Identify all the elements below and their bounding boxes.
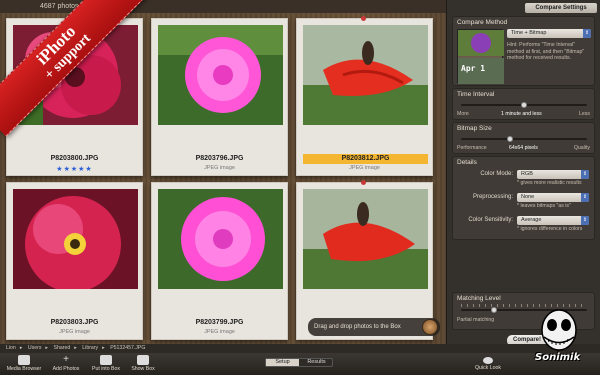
compare-method-section: Compare Method Apr 1 Time + Bitmap ⇕ Hin… <box>452 16 595 86</box>
time-interval-less-label: Less <box>579 111 590 117</box>
compare-method-title: Compare Method <box>457 19 508 26</box>
show-box-button[interactable]: Show Box <box>128 355 158 372</box>
popup-arrows-icon: ⇕ <box>583 29 591 38</box>
photo-card-selected[interactable]: P8203812.JPG JPEG image <box>296 16 433 176</box>
time-interval-title: Time Interval <box>457 91 495 98</box>
color-sensitivity-popup[interactable]: Average ⇕ <box>517 216 589 225</box>
photo-thumbnail[interactable] <box>158 189 283 289</box>
path-item-file[interactable]: P5132457.JPG <box>110 345 145 351</box>
color-sensitivity-value: Average <box>521 217 542 223</box>
media-browser-button[interactable]: Media Browser <box>4 355 44 372</box>
tab-compare-settings[interactable]: Compare Settings <box>525 3 597 13</box>
compare-method-popup[interactable]: Time + Bitmap ⇕ <box>507 29 591 38</box>
photo-card[interactable]: P8203799.JPG JPEG image <box>151 182 288 340</box>
file-name: P8203799.JPG <box>195 319 244 326</box>
file-name: P8203803.JPG <box>50 319 99 326</box>
popup-arrows-icon: ⇕ <box>581 170 589 179</box>
eye-icon <box>483 357 493 364</box>
compare-method-hint: Hint: Performs "Time Interval" method at… <box>507 42 585 61</box>
settings-panel: Compare Settings Compare Method Apr 1 Ti… <box>446 0 600 344</box>
photo-thumbnail[interactable] <box>13 189 138 289</box>
time-interval-more-label: More <box>457 111 469 117</box>
time-interval-value: 1 minute and less <box>501 111 542 117</box>
file-type: JPEG image <box>59 329 90 335</box>
add-photos-icon: + <box>63 354 69 365</box>
box-icon[interactable] <box>422 319 438 335</box>
drag-hint-text: Drag and drop photos to the Box <box>314 324 401 330</box>
bitmap-size-track[interactable] <box>461 138 587 140</box>
file-type: JPEG image <box>349 165 380 171</box>
matching-level-title: Matching Level <box>457 295 501 302</box>
preprocessing-popup[interactable]: None ⇕ <box>517 193 589 202</box>
photo-card[interactable]: P8203803.JPG JPEG image <box>6 182 143 340</box>
put-into-box-label: Put into Box <box>92 366 120 372</box>
preprocessing-value: None <box>521 194 535 200</box>
color-mode-value: RGB <box>521 171 533 177</box>
app-window: 4687 photos P8203800.JPG ★★★★★ P8203796.… <box>0 0 600 375</box>
jack-skull-logo <box>541 309 577 351</box>
path-item-users[interactable]: Users <box>28 345 42 351</box>
thumbnail-date: Apr 1 <box>461 64 486 73</box>
details-title: Details <box>457 159 477 166</box>
quick-look-label: Quick Look <box>475 365 501 371</box>
color-sensitivity-hint: * ignores difference in colors <box>517 226 583 232</box>
color-mode-hint: * gives more realistic results <box>517 180 582 186</box>
setup-results-switch: Setup Results <box>265 358 333 367</box>
file-name: P8203800.JPG <box>50 155 99 162</box>
time-interval-slider[interactable] <box>521 102 527 108</box>
add-photos-label: Add Photos <box>52 366 80 372</box>
popup-arrows-icon: ⇕ <box>581 216 589 225</box>
popup-arrows-icon: ⇕ <box>581 193 589 202</box>
bitmap-size-value: 64x64 pixels <box>509 145 538 151</box>
bitmap-size-section: Bitmap Size Performance 64x64 pixels Qua… <box>452 122 595 154</box>
compare-method-value: Time + Bitmap <box>511 30 547 36</box>
drag-drop-hint: Drag and drop photos to the Box <box>308 318 440 336</box>
bitmap-performance-label: Performance <box>457 145 487 151</box>
path-bar: Lion ▸ Users ▸ Shared ▸ Library ▸ P5132457.J… <box>0 344 600 353</box>
preprocessing-label: Preprocessing: <box>472 194 513 200</box>
put-into-box-button[interactable]: Put into Box <box>86 355 126 372</box>
file-type: JPEG image <box>204 165 235 171</box>
path-item-lion[interactable]: Lion <box>6 345 16 351</box>
show-box-label: Show Box <box>131 366 155 372</box>
photo-card[interactable]: P8203796.JPG JPEG image <box>151 18 288 176</box>
photo-thumbnail[interactable] <box>303 189 428 289</box>
time-interval-section: Time Interval More 1 minute and less Les… <box>452 88 595 120</box>
photo-card[interactable] <box>296 180 433 340</box>
photo-count: 4687 photos <box>0 0 446 13</box>
file-type: JPEG image <box>204 329 235 335</box>
color-sensitivity-label: Color Sensitivity: <box>468 217 513 223</box>
show-box-icon <box>137 355 149 365</box>
details-section: Details Color Mode: RGB ⇕ * gives more r… <box>452 156 595 240</box>
put-into-box-icon <box>100 355 112 365</box>
matching-level-slider[interactable] <box>491 307 497 313</box>
file-name: P8203796.JPG <box>195 155 244 162</box>
pin-icon <box>361 16 366 21</box>
photo-thumbnail[interactable] <box>303 25 428 125</box>
quick-look-button[interactable]: Quick Look <box>470 355 506 371</box>
preprocessing-hint: * leaves bitmaps "as is" <box>517 203 571 209</box>
media-browser-icon <box>18 355 30 365</box>
color-mode-popup[interactable]: RGB ⇕ <box>517 170 589 179</box>
matching-level-ticks <box>461 304 587 307</box>
setup-tab[interactable]: Setup <box>266 359 299 366</box>
color-mode-label: Color Mode: <box>480 171 513 177</box>
file-name: P8203812.JPG <box>303 154 428 164</box>
matching-level-hint: Partial matching <box>457 317 495 323</box>
bitmap-quality-label: Quality <box>573 145 590 151</box>
brand-name: Sonimik <box>535 352 581 363</box>
bitmap-size-slider[interactable] <box>507 136 513 142</box>
photo-thumbnail[interactable] <box>158 25 283 125</box>
compare-method-thumbnail: Apr 1 <box>457 29 504 84</box>
media-browser-label: Media Browser <box>6 366 42 372</box>
results-tab[interactable]: Results <box>300 359 333 366</box>
bitmap-size-title: Bitmap Size <box>457 125 492 132</box>
path-item-shared[interactable]: Shared <box>53 345 70 351</box>
add-photos-button[interactable]: + Add Photos <box>48 354 84 373</box>
pin-icon <box>361 180 366 185</box>
rating-stars[interactable]: ★★★★★ <box>7 165 142 173</box>
path-item-library[interactable]: Library <box>82 345 98 351</box>
